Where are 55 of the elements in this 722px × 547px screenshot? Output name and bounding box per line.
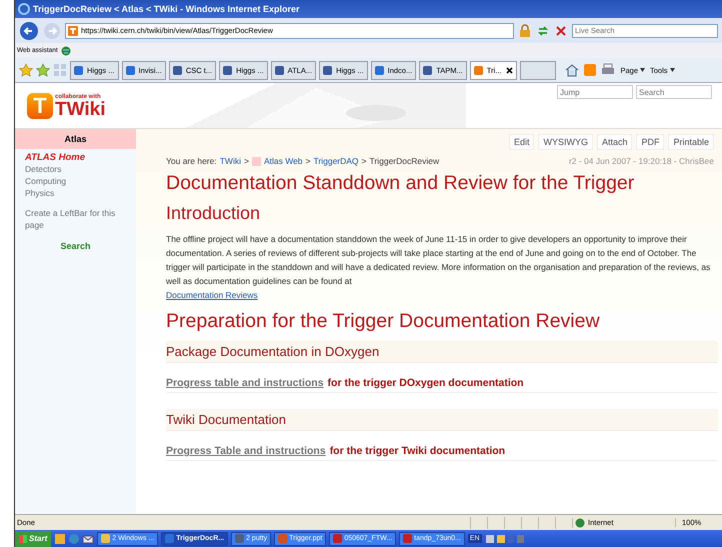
close-icon[interactable] [506, 66, 514, 74]
link-description: for the trigger DOxygen documentation [328, 377, 524, 389]
new-tab-button[interactable] [520, 60, 556, 80]
topic-action-button[interactable]: PDF [636, 134, 664, 150]
breadcrumb-separator: > [362, 156, 367, 166]
tray-icons-drawing [484, 532, 525, 544]
caret-icon [670, 68, 675, 72]
progress-table-link[interactable]: Progress Table and instructions [166, 445, 326, 457]
page-heading: Preparation for the Trigger Documentation Review [166, 310, 601, 333]
sidebar-link[interactable]: Detectors [25, 163, 126, 175]
progress-table-link[interactable]: Progress table and instructions [166, 377, 324, 389]
breadcrumb-link[interactable]: TWiki [220, 156, 241, 166]
breadcrumb-link[interactable]: TriggerDAQ [314, 156, 359, 166]
mail-icon[interactable] [82, 532, 94, 544]
section-heading: Introduction [166, 203, 262, 224]
breadcrumb-label: You are here: [166, 156, 217, 166]
sidebar-link[interactable]: ATLAS Home [25, 152, 126, 163]
desktop-icon[interactable] [54, 532, 66, 544]
sidebar-link[interactable]: Physics [25, 187, 126, 199]
subsection-heading: Twiki Documentation [166, 409, 718, 431]
home-icon[interactable] [565, 63, 580, 77]
link-description: for the trigger Twiki documentation [330, 445, 506, 457]
page-heading: Documentation Standdown and Review for the Trigger [166, 172, 636, 195]
topic-action-button[interactable]: Printable [668, 134, 714, 150]
sidebar-link[interactable]: Computing [25, 175, 126, 187]
jump-field[interactable]: Jump [557, 85, 633, 99]
web-color-icon [252, 156, 261, 166]
topic-action-button[interactable]: WYSIWYG [538, 134, 593, 150]
topic-action-button[interactable]: Attach [596, 134, 632, 150]
topic-action-button[interactable]: Edit [508, 134, 534, 150]
print-icon[interactable] [601, 63, 616, 77]
stop-icon[interactable] [554, 24, 568, 38]
search-link[interactable]: Search [25, 241, 126, 251]
search-field[interactable]: Search [636, 85, 712, 99]
refresh-icon[interactable] [536, 24, 550, 38]
lock-icon [518, 24, 532, 38]
site-icon [68, 26, 78, 36]
breadcrumb-separator: > [306, 156, 311, 166]
add-favorite-icon[interactable] [36, 63, 50, 77]
web-title: Atlas [15, 129, 136, 149]
create-leftbar-link[interactable]: Create a LeftBar for this page [25, 207, 126, 231]
window-title: TriggerDocReview < Atlas < TWiki - Windows Internet Explorer [33, 4, 300, 14]
documentation-link[interactable]: Documentation Reviews [166, 290, 258, 300]
start-button[interactable]: Start [15, 530, 52, 546]
revision-info: r2 - 04 Jun 2007 - 19:20:18 - ChrisBee [568, 156, 714, 166]
breadcrumb-link[interactable]: Atlas Web [264, 156, 303, 166]
subsection-heading: Package Documentation in DOxygen [166, 341, 718, 363]
back-button[interactable] [19, 20, 39, 40]
star-icon[interactable] [19, 63, 33, 77]
globe-icon [575, 518, 585, 528]
caret-icon [640, 68, 645, 72]
breadcrumb-separator: > [244, 156, 249, 166]
intro-paragraph: The offline project will have a documentation standdown the week of June 11-15 in order to give developers an opportunity to improve their documentation. A series of reviews of different sub-projects will take place starting at the end of June and going on to the end of October. The trigger will participate in the standdown and will have a dedicated review. More information on the organisation and preparation of the reviews, as well as documentation guidelines can be found at Documentation Reviews [166, 233, 712, 302]
breadcrumb-current: TriggerDocReview [370, 156, 440, 166]
globe-icon[interactable] [60, 46, 71, 56]
